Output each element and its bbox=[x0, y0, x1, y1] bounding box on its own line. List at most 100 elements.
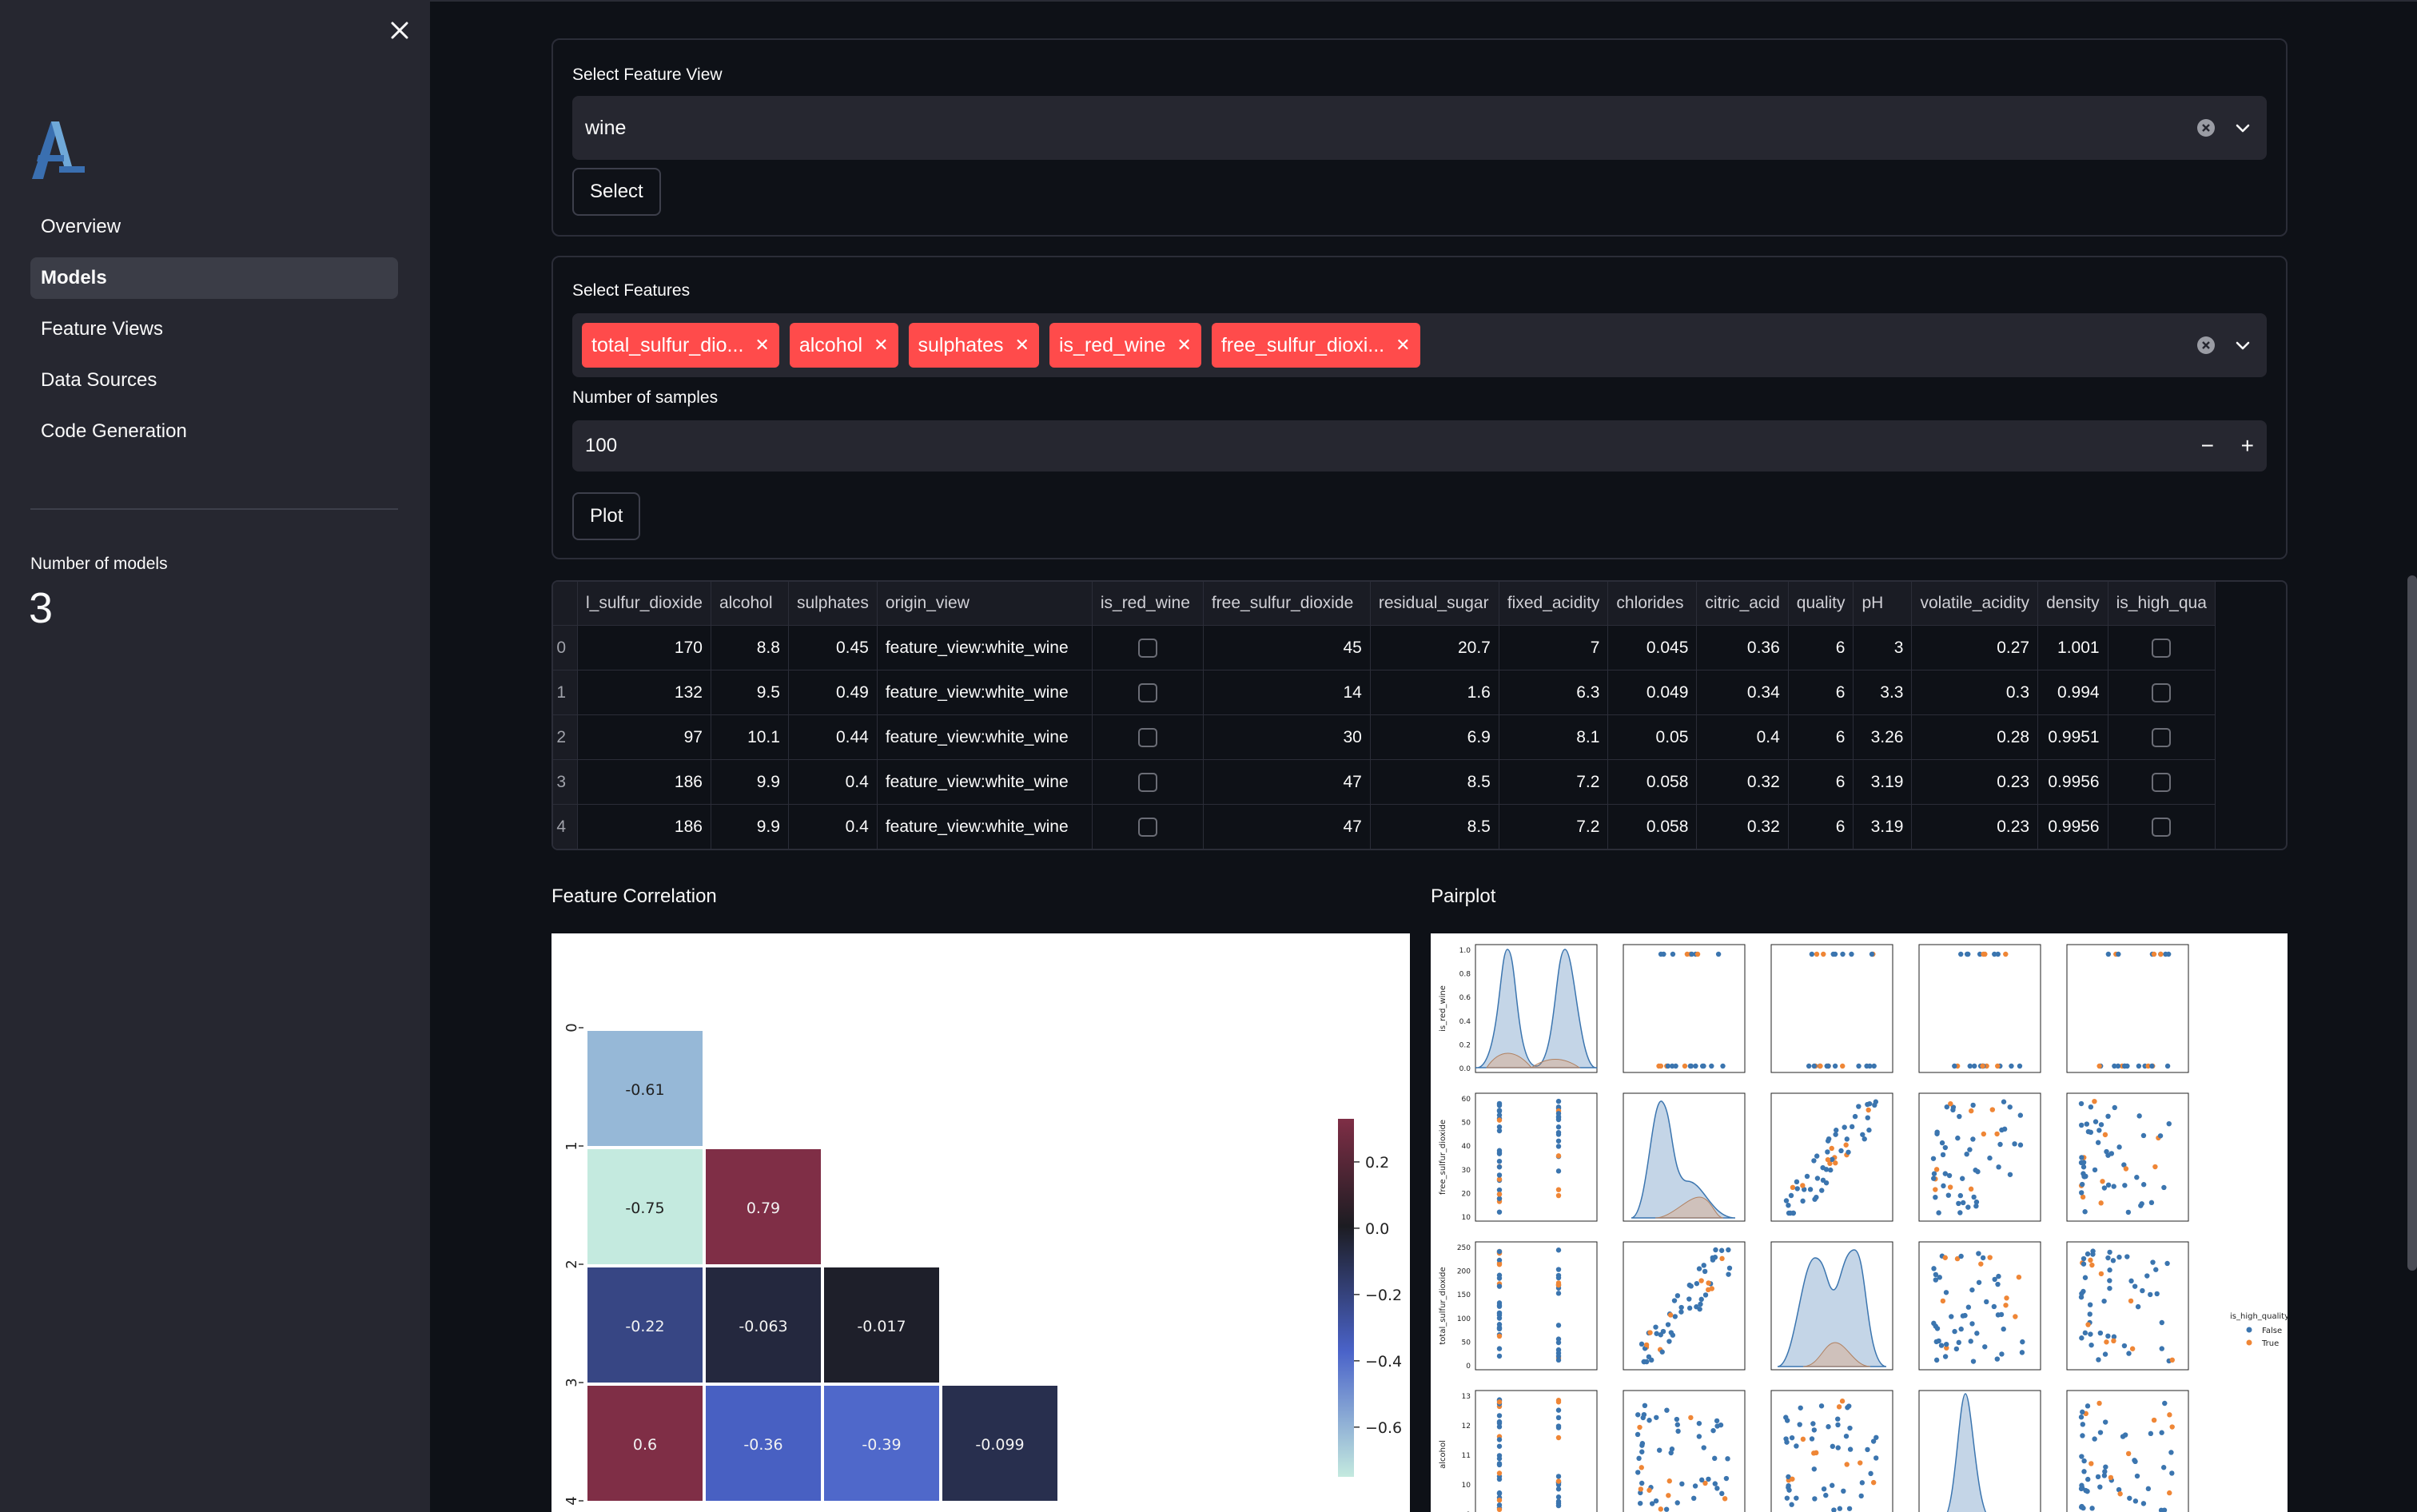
table-cell[interactable]: 45 bbox=[1203, 625, 1371, 670]
checkbox[interactable] bbox=[2152, 682, 2172, 702]
table-row[interactable]: 3 186 9.9 0.4 feature_view:white_wine 47 8.5 7.… bbox=[553, 759, 2216, 805]
table-cell[interactable]: 186 bbox=[577, 759, 711, 805]
table-cell[interactable]: 0.994 bbox=[2037, 670, 2108, 715]
table-cell[interactable]: 8.5 bbox=[1370, 804, 1499, 849]
table-column-header[interactable]: alcohol bbox=[711, 582, 789, 626]
table-cell[interactable]: 0.9951 bbox=[2037, 714, 2108, 760]
table-cell[interactable]: 186 bbox=[577, 804, 711, 849]
table-checkbox-cell[interactable] bbox=[1092, 804, 1204, 849]
table-cell[interactable]: 7.2 bbox=[1499, 759, 1609, 805]
clear-icon[interactable] bbox=[2196, 118, 2216, 137]
table-row[interactable]: 0 170 8.8 0.45 feature_view:white_wine 45 20.7… bbox=[553, 625, 2216, 670]
table-column-header[interactable]: density bbox=[2037, 582, 2108, 626]
table-cell[interactable]: 0.4 bbox=[1696, 714, 1789, 760]
samples-number-input[interactable]: 100 − + bbox=[572, 420, 2267, 472]
checkbox[interactable] bbox=[2152, 817, 2172, 837]
table-cell[interactable]: 10.1 bbox=[711, 714, 789, 760]
clear-icon[interactable] bbox=[2196, 336, 2216, 355]
table-column-header[interactable]: volatile_acidity bbox=[1911, 582, 2039, 626]
table-cell[interactable]: 6 bbox=[1788, 670, 1854, 715]
remove-tag-icon[interactable]: ✕ bbox=[1396, 335, 1410, 356]
sidebar-item-overview[interactable]: Overview bbox=[30, 206, 398, 248]
table-cell[interactable]: 0.045 bbox=[1607, 625, 1698, 670]
remove-tag-icon[interactable]: ✕ bbox=[1015, 335, 1029, 356]
table-column-header[interactable]: citric_acid bbox=[1696, 582, 1789, 626]
table-cell[interactable]: 0.4 bbox=[788, 759, 878, 805]
table-checkbox-cell[interactable] bbox=[2108, 714, 2216, 760]
table-checkbox-cell[interactable] bbox=[1092, 714, 1204, 760]
table-cell[interactable]: 0.36 bbox=[1696, 625, 1789, 670]
table-cell[interactable]: 1.001 bbox=[2037, 625, 2108, 670]
feature-tag[interactable]: is_red_wine ✕ bbox=[1049, 323, 1201, 368]
scrollbar[interactable] bbox=[2406, 0, 2417, 1512]
table-cell[interactable]: feature_view:white_wine bbox=[877, 670, 1093, 715]
table-cell[interactable]: 97 bbox=[577, 714, 711, 760]
sidebar-item-data-sources[interactable]: Data Sources bbox=[30, 360, 398, 401]
table-cell[interactable]: 0.23 bbox=[1911, 804, 2039, 849]
table-cell[interactable]: 9.9 bbox=[711, 804, 789, 849]
feature-tag[interactable]: total_sulfur_dio... ✕ bbox=[582, 323, 779, 368]
table-checkbox-cell[interactable] bbox=[1092, 759, 1204, 805]
table-cell[interactable]: 132 bbox=[577, 670, 711, 715]
table-cell[interactable]: 0.49 bbox=[788, 670, 878, 715]
table-cell[interactable]: 9.9 bbox=[711, 759, 789, 805]
table-checkbox-cell[interactable] bbox=[2108, 804, 2216, 849]
table-cell[interactable]: 3 bbox=[1853, 625, 1913, 670]
table-cell[interactable]: 0.058 bbox=[1607, 804, 1698, 849]
chevron-down-icon[interactable] bbox=[2233, 336, 2252, 355]
table-column-header[interactable]: is_red_wine bbox=[1092, 582, 1204, 626]
table-cell[interactable]: 9.5 bbox=[711, 670, 789, 715]
table-row[interactable]: 2 97 10.1 0.44 feature_view:white_wine 30 6.9 8… bbox=[553, 714, 2216, 760]
table-cell[interactable]: 14 bbox=[1203, 670, 1371, 715]
table-cell[interactable]: 0.28 bbox=[1911, 714, 2039, 760]
table-checkbox-cell[interactable] bbox=[2108, 670, 2216, 715]
table-cell[interactable]: 6 bbox=[1788, 714, 1854, 760]
table-cell[interactable]: 0.32 bbox=[1696, 804, 1789, 849]
table-cell[interactable]: 0.44 bbox=[788, 714, 878, 760]
table-cell[interactable]: 0.4 bbox=[788, 804, 878, 849]
select-button[interactable]: Select bbox=[572, 168, 661, 216]
table-cell[interactable]: 47 bbox=[1203, 804, 1371, 849]
table-cell[interactable]: 0.34 bbox=[1696, 670, 1789, 715]
table-cell[interactable]: 20.7 bbox=[1370, 625, 1499, 670]
plot-button[interactable]: Plot bbox=[572, 492, 641, 540]
table-cell[interactable]: 0.049 bbox=[1607, 670, 1698, 715]
table-cell[interactable]: feature_view:white_wine bbox=[877, 714, 1093, 760]
table-cell[interactable]: 0.058 bbox=[1607, 759, 1698, 805]
remove-tag-icon[interactable]: ✕ bbox=[1177, 335, 1191, 356]
table-cell[interactable]: feature_view:white_wine bbox=[877, 625, 1093, 670]
table-cell[interactable]: 0.05 bbox=[1607, 714, 1698, 760]
sidebar-item-models[interactable]: Models bbox=[30, 257, 398, 299]
table-checkbox-cell[interactable] bbox=[1092, 625, 1204, 670]
table-checkbox-cell[interactable] bbox=[2108, 625, 2216, 670]
table-cell[interactable]: 47 bbox=[1203, 759, 1371, 805]
table-checkbox-cell[interactable] bbox=[1092, 670, 1204, 715]
data-table[interactable]: l_sulfur_dioxide alcohol sulphates origin_v… bbox=[551, 580, 2288, 850]
sidebar-item-code-generation[interactable]: Code Generation bbox=[30, 411, 398, 452]
checkbox[interactable] bbox=[1137, 817, 1157, 837]
table-cell[interactable]: 3.3 bbox=[1853, 670, 1913, 715]
table-cell[interactable]: 0.27 bbox=[1911, 625, 2039, 670]
table-cell[interactable]: 6 bbox=[1788, 804, 1854, 849]
table-column-header[interactable]: l_sulfur_dioxide bbox=[577, 582, 711, 626]
chevron-down-icon[interactable] bbox=[2233, 118, 2252, 137]
checkbox[interactable] bbox=[2152, 772, 2172, 792]
table-cell[interactable]: 8.8 bbox=[711, 625, 789, 670]
feature-view-select[interactable]: wine bbox=[572, 96, 2267, 160]
close-sidebar-button[interactable] bbox=[385, 16, 414, 45]
table-column-header[interactable]: fixed_acidity bbox=[1499, 582, 1609, 626]
table-cell[interactable]: 1.6 bbox=[1370, 670, 1499, 715]
table-column-header[interactable]: quality bbox=[1788, 582, 1854, 626]
table-cell[interactable]: 6 bbox=[1788, 625, 1854, 670]
table-cell[interactable]: 3.19 bbox=[1853, 759, 1913, 805]
table-column-header[interactable]: sulphates bbox=[788, 582, 878, 626]
checkbox[interactable] bbox=[2152, 727, 2172, 747]
checkbox[interactable] bbox=[2152, 638, 2172, 658]
checkbox[interactable] bbox=[1137, 638, 1157, 658]
table-cell[interactable]: 0.3 bbox=[1911, 670, 2039, 715]
table-column-header[interactable]: pH bbox=[1853, 582, 1913, 626]
sidebar-item-feature-views[interactable]: Feature Views bbox=[30, 308, 398, 350]
table-cell[interactable]: 0.45 bbox=[788, 625, 878, 670]
table-column-header[interactable]: chlorides bbox=[1607, 582, 1698, 626]
table-cell[interactable]: 30 bbox=[1203, 714, 1371, 760]
